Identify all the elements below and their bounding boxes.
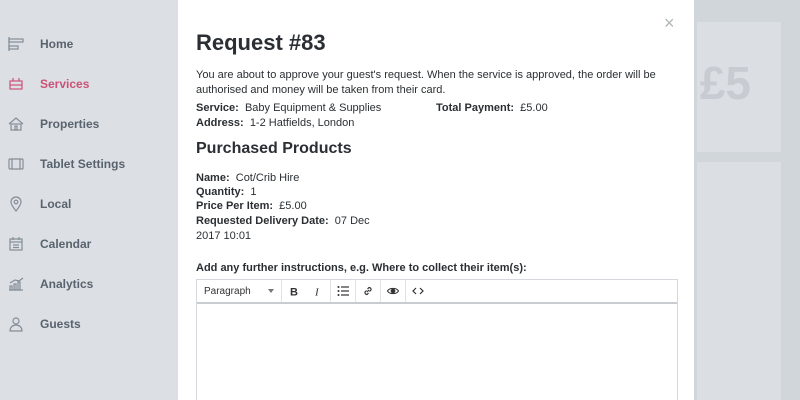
total-payment-value: £5.00: [520, 102, 548, 114]
modal-intro-text: You are about to approve your guest's re…: [196, 69, 656, 96]
bulleted-list-button[interactable]: [331, 280, 355, 302]
address-value: 1-2 Hatfields, London: [249, 117, 355, 129]
delivery-date-value-2: 2017 10:01: [196, 230, 252, 242]
instructions-editor: Paragraph B I: [196, 279, 678, 400]
price-label: Price Per Item:: [196, 200, 274, 212]
link-icon: [364, 286, 372, 296]
editor-toolbar: Paragraph B I: [197, 280, 677, 304]
italic-button[interactable]: I: [306, 280, 330, 302]
bold-button[interactable]: B: [282, 280, 306, 302]
preview-eye-icon: [387, 287, 399, 295]
service-label: Service:: [196, 102, 239, 114]
svg-text:I: I: [314, 287, 320, 298]
delivery-date-label: Requested Delivery Date:: [196, 215, 329, 227]
editor-content-area[interactable]: [197, 306, 677, 400]
quantity-label: Quantity:: [196, 186, 245, 198]
chevron-down-icon: [268, 289, 274, 293]
total-payment-row: Total Payment: £5.00: [436, 101, 548, 115]
instructions-label: Add any further instructions, e.g. Where…: [196, 262, 527, 274]
delivery-date-value: 07 Dec: [334, 215, 370, 227]
list-group: [331, 280, 356, 302]
product-name-label: Name:: [196, 172, 230, 184]
link-group: [356, 280, 381, 302]
purchased-products-heading: Purchased Products: [196, 140, 352, 157]
preview-group: [381, 280, 406, 302]
bulleted-list-icon: [337, 286, 349, 296]
price-value: £5.00: [279, 200, 307, 212]
preview-button[interactable]: [381, 280, 405, 302]
price-row: Price Per Item: £5.00: [196, 199, 307, 213]
address-label: Address:: [196, 117, 244, 129]
service-value: Baby Equipment & Supplies: [244, 102, 382, 114]
product-name-value: Cot/Crib Hire: [235, 172, 300, 184]
delivery-date-row: Requested Delivery Date: 07 Dec: [196, 214, 370, 228]
service-row: Service: Baby Equipment & Supplies: [196, 101, 381, 115]
link-button[interactable]: [356, 280, 380, 302]
total-payment-label: Total Payment:: [436, 102, 515, 114]
code-icon: [412, 287, 424, 295]
product-name-row: Name: Cot/Crib Hire: [196, 171, 299, 185]
italic-icon: I: [314, 287, 320, 298]
address-row: Address: 1-2 Hatfields, London: [196, 116, 354, 130]
close-icon[interactable]: ×: [664, 14, 675, 32]
format-select[interactable]: Paragraph: [197, 280, 282, 302]
quantity-row: Quantity: 1: [196, 185, 257, 199]
code-button[interactable]: [406, 280, 430, 302]
modal-title: Request #83: [196, 30, 326, 55]
text-style-group: B I: [282, 280, 331, 302]
bold-icon: B: [290, 287, 298, 298]
code-group: [406, 280, 430, 302]
delivery-date-continued: 2017 10:01: [196, 229, 251, 243]
format-select-value: Paragraph: [204, 285, 251, 297]
svg-text:B: B: [290, 287, 298, 298]
quantity-value: 1: [250, 186, 257, 198]
approve-request-modal: × Request #83 You are about to approve y…: [178, 0, 694, 400]
